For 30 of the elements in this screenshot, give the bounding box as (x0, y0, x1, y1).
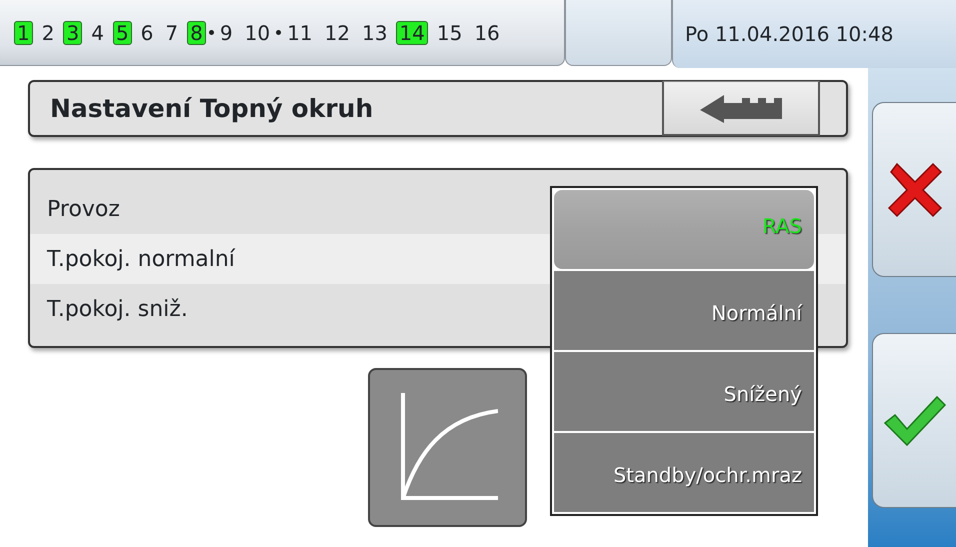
output-indicator: 14 (396, 20, 428, 44)
setting-label[interactable]: T.pokoj. sniž. (47, 292, 188, 326)
output-indicator: 6 (140, 20, 154, 44)
dropdown-option[interactable]: Snížený (554, 352, 814, 431)
output-indicator: 16 (473, 20, 501, 44)
setting-label[interactable]: Provoz (47, 192, 120, 226)
date-time: Po 11.04.2016 10:48 (685, 21, 894, 48)
dropdown-option[interactable]: Standby/ochr.mraz (554, 433, 814, 512)
output-indicator: 15 (436, 20, 464, 44)
cancel-button[interactable] (872, 102, 956, 277)
heating-curve-button[interactable] (368, 368, 527, 527)
output-indicator: 4 (90, 20, 105, 44)
output-indicator: 1 (14, 20, 33, 44)
page-title: Nastavení Topný okruh (50, 92, 374, 125)
output-indicator: 13 (360, 20, 388, 44)
confirm-button[interactable] (872, 333, 956, 508)
back-arrow-icon (698, 93, 784, 123)
output-indicator: 3 (63, 20, 82, 44)
output-indicator: 11 (286, 20, 314, 44)
output-indicator: 8 (187, 20, 206, 44)
setting-label[interactable]: T.pokoj. normalní (47, 242, 235, 276)
output-indicator: 2 (40, 20, 56, 44)
back-button[interactable] (662, 81, 820, 136)
output-indicator: 7 (164, 20, 180, 44)
output-indicator: 9 (218, 20, 234, 44)
output-indicator: 10 (244, 20, 272, 44)
output-indicator: 12 (324, 20, 351, 44)
status-tab[interactable] (565, 0, 672, 66)
output-indicator: 5 (112, 20, 132, 44)
dropdown-option[interactable]: Normální (554, 271, 814, 350)
